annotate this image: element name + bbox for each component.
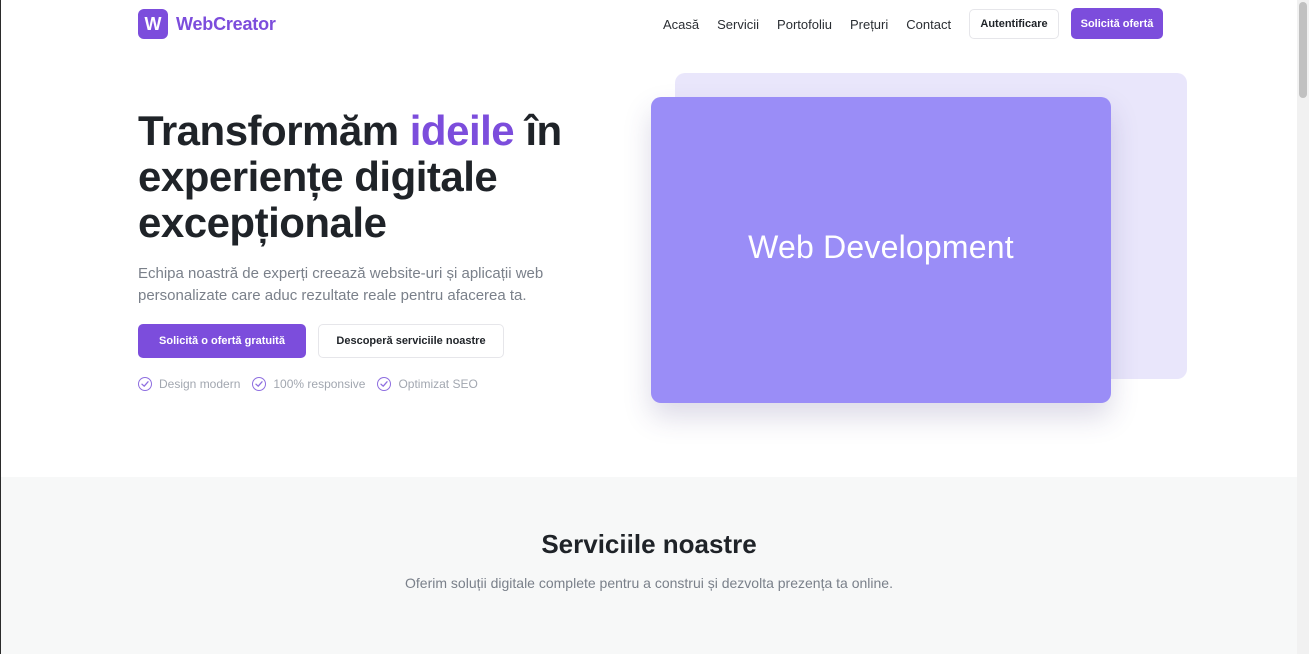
login-button[interactable]: Autentificare	[969, 9, 1059, 39]
scrollbar[interactable]	[1297, 0, 1309, 654]
feature-item: 100% responsive	[252, 377, 365, 391]
hero-card-label: Web Development	[748, 228, 1014, 265]
feature-label: Optimizat SEO	[398, 377, 478, 391]
check-circle-icon	[252, 377, 267, 391]
services-description: Oferim soluții digitale complete pentru …	[405, 575, 893, 591]
nav-link-preturi[interactable]: Prețuri	[850, 17, 888, 32]
logo[interactable]: W WebCreator	[138, 9, 276, 39]
nav-link-acasa[interactable]: Acasă	[663, 17, 699, 32]
feature-list: Design modern 100% responsive Optimizat …	[138, 377, 490, 391]
navbar: W WebCreator Acasă Servicii Portofoliu P…	[1, 0, 1297, 48]
hero-title-part1: Transformăm	[138, 107, 410, 154]
services-title: Serviciile noastre	[541, 529, 757, 559]
request-offer-button[interactable]: Solicită ofertă	[1071, 8, 1163, 39]
nav-link-portofoliu[interactable]: Portofoliu	[777, 17, 832, 32]
logo-text: WebCreator	[176, 13, 276, 34]
hero-card: Web Development	[651, 97, 1111, 403]
nav-links: Acasă Servicii Portofoliu Prețuri Contac…	[663, 0, 969, 48]
feature-label: Design modern	[159, 377, 241, 391]
logo-icon: W	[138, 9, 168, 39]
nav-link-servicii[interactable]: Servicii	[717, 17, 759, 32]
services-section: Serviciile noastre Oferim soluții digita…	[1, 477, 1297, 654]
feature-item: Optimizat SEO	[377, 377, 478, 391]
hero-title: Transformăm ideile în experiențe digital…	[138, 108, 618, 246]
nav-link-contact[interactable]: Contact	[906, 17, 951, 32]
check-circle-icon	[377, 377, 392, 391]
feature-label: 100% responsive	[273, 377, 366, 391]
scrollbar-thumb[interactable]	[1299, 2, 1307, 98]
check-circle-icon	[138, 377, 152, 391]
free-offer-button[interactable]: Solicită o ofertă gratuită	[138, 324, 306, 358]
hero-description: Echipa noastră de experți creează websit…	[138, 265, 544, 304]
feature-item: Design modern	[138, 377, 240, 391]
hero-title-accent: ideile	[409, 107, 515, 154]
discover-services-button[interactable]: Descoperă serviciile noastre	[318, 324, 504, 358]
